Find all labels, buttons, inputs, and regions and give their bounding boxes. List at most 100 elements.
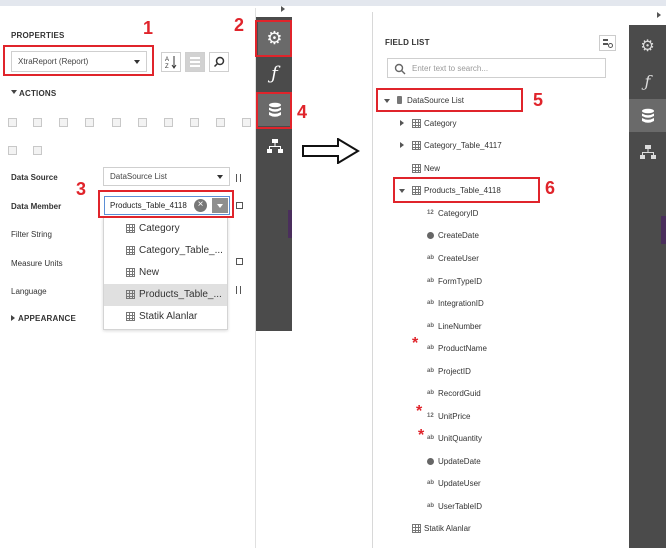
data-source-value: DataSource List <box>110 172 167 181</box>
right-side-toolbar: ⚙ ƒ <box>629 25 666 548</box>
field-list-item-category-table[interactable]: Category_Table_4117 <box>424 141 502 150</box>
appearance-chevron-icon[interactable] <box>11 315 15 321</box>
collapse-arrow-icon[interactable] <box>657 12 661 18</box>
field-list-item-new[interactable]: New <box>424 164 440 173</box>
data-source-select[interactable]: DataSource List <box>103 167 230 186</box>
report-explorer-tab-button[interactable] <box>258 129 291 162</box>
annotation-number-4: 4 <box>297 102 308 122</box>
date-type-icon <box>427 458 434 465</box>
annotation-number-6: 6 <box>545 178 556 198</box>
svg-text:A: A <box>165 57 169 63</box>
left-side-toolbar: ⚙ ƒ <box>256 17 292 331</box>
table-icon <box>412 119 421 128</box>
same-height-icon[interactable] <box>216 118 225 127</box>
size-to-grid-icon[interactable] <box>164 118 173 127</box>
vertical-spacing-icon[interactable] <box>33 146 42 155</box>
search-icon <box>394 63 406 75</box>
svg-text:Z: Z <box>165 64 169 70</box>
annotation-number-1: 1 <box>143 18 154 38</box>
search-icon <box>213 56 225 68</box>
chevron-down-icon <box>217 175 223 179</box>
function-icon: ƒ <box>271 63 278 84</box>
string-type-icon: ab <box>427 390 435 396</box>
accent-strip <box>288 210 292 238</box>
field-list-tab-button[interactable] <box>629 99 666 132</box>
field-usertableid[interactable]: UserTableID <box>438 502 482 511</box>
dropdown-item-products-table[interactable]: Products_Table_... <box>104 284 227 306</box>
expressions-tab-button[interactable]: ƒ <box>631 65 664 98</box>
field-recordguid[interactable]: RecordGuid <box>438 389 481 398</box>
prop-marker-icon <box>236 258 243 265</box>
dropdown-item-new[interactable]: New <box>104 262 227 284</box>
field-search-placeholder: Enter text to search... <box>412 64 489 73</box>
align-right-icon[interactable] <box>59 118 68 127</box>
number-type-icon: 12 <box>427 210 434 216</box>
dropdown-item-label: Category <box>139 223 180 234</box>
same-width-icon[interactable] <box>190 118 199 127</box>
expand-icon[interactable] <box>400 142 404 148</box>
text-type-icon: ab <box>427 300 435 306</box>
annotation-box-2 <box>255 20 292 57</box>
annotation-number-2: 2 <box>234 15 245 35</box>
categories-button[interactable] <box>185 52 205 72</box>
field-unitprice[interactable]: UnitPrice <box>438 412 470 421</box>
annotation-box-6 <box>393 177 540 203</box>
field-productname[interactable]: ProductName <box>438 344 487 353</box>
field-createuser[interactable]: CreateUser <box>438 254 479 263</box>
dropdown-item-category[interactable]: Category <box>104 218 227 240</box>
text-type-icon: ab <box>427 255 435 261</box>
text-type-icon: ab <box>427 323 435 329</box>
string-type-icon: ab <box>427 345 435 351</box>
dropdown-item-category-table[interactable]: Category_Table_... <box>104 240 227 262</box>
field-updateuser[interactable]: UpdateUser <box>438 479 481 488</box>
same-size-icon[interactable] <box>242 118 251 127</box>
dropdown-item-label: Category_Table_... <box>139 245 223 256</box>
text-type-icon: ab <box>427 480 435 486</box>
appearance-section-header[interactable]: APPEARANCE <box>18 314 76 323</box>
table-icon <box>126 246 135 255</box>
required-star-icon: * <box>412 335 419 352</box>
align-center-icon[interactable] <box>33 118 42 127</box>
categories-icon <box>190 57 200 67</box>
dropdown-item-statik-alanlar[interactable]: Statik Alanlar <box>104 306 227 328</box>
align-middle-icon[interactable] <box>112 118 121 127</box>
field-createdate[interactable]: CreateDate <box>438 231 479 240</box>
align-bottom-icon[interactable] <box>138 118 147 127</box>
field-integrationid[interactable]: IntegrationID <box>438 299 484 308</box>
actions-section-header[interactable]: ACTIONS <box>19 89 56 98</box>
field-updatedate[interactable]: UpdateDate <box>438 457 481 466</box>
text-type-icon: ab <box>427 503 435 509</box>
field-search-box[interactable]: Enter text to search... <box>387 58 606 78</box>
expressions-tab-button[interactable]: ƒ <box>258 57 291 90</box>
field-linenumber[interactable]: LineNumber <box>438 322 482 331</box>
field-formtypeid[interactable]: FormTypeID <box>438 277 482 286</box>
table-icon <box>126 312 135 321</box>
field-list-item-statik-alanlar[interactable]: Statik Alanlar <box>424 524 471 533</box>
text-type-icon: ab <box>427 368 435 374</box>
align-left-icon[interactable] <box>8 118 17 127</box>
field-unitquantity[interactable]: UnitQuantity <box>438 434 482 443</box>
report-explorer-tab-button[interactable] <box>631 135 664 168</box>
field-list-item-category[interactable]: Category <box>424 119 456 128</box>
field-projectid[interactable]: ProjectID <box>438 367 471 376</box>
expand-icon[interactable] <box>400 120 404 126</box>
annotation-box-5 <box>376 88 523 112</box>
table-icon <box>412 141 421 150</box>
date-type-icon <box>427 232 434 239</box>
field-list-settings-button[interactable] <box>599 35 616 51</box>
string-type-icon: ab <box>427 435 435 441</box>
dropdown-item-label: Statik Alanlar <box>139 311 198 322</box>
collapse-arrow-icon[interactable] <box>281 6 285 12</box>
sort-az-button[interactable]: A Z <box>161 52 181 72</box>
align-top-icon[interactable] <box>85 118 94 127</box>
field-categoryid[interactable]: CategoryID <box>438 209 478 218</box>
search-button[interactable] <box>209 52 229 72</box>
properties-tab-button[interactable]: ⚙ <box>631 29 664 62</box>
actions-chevron-icon[interactable] <box>11 90 17 94</box>
horizontal-spacing-icon[interactable] <box>8 146 17 155</box>
tree-icon <box>266 138 283 153</box>
annotation-box-1 <box>3 45 154 76</box>
required-star-icon: * <box>418 427 425 444</box>
database-icon <box>641 108 654 123</box>
data-member-dropdown: Category Category_Table_... New Products… <box>103 217 228 330</box>
